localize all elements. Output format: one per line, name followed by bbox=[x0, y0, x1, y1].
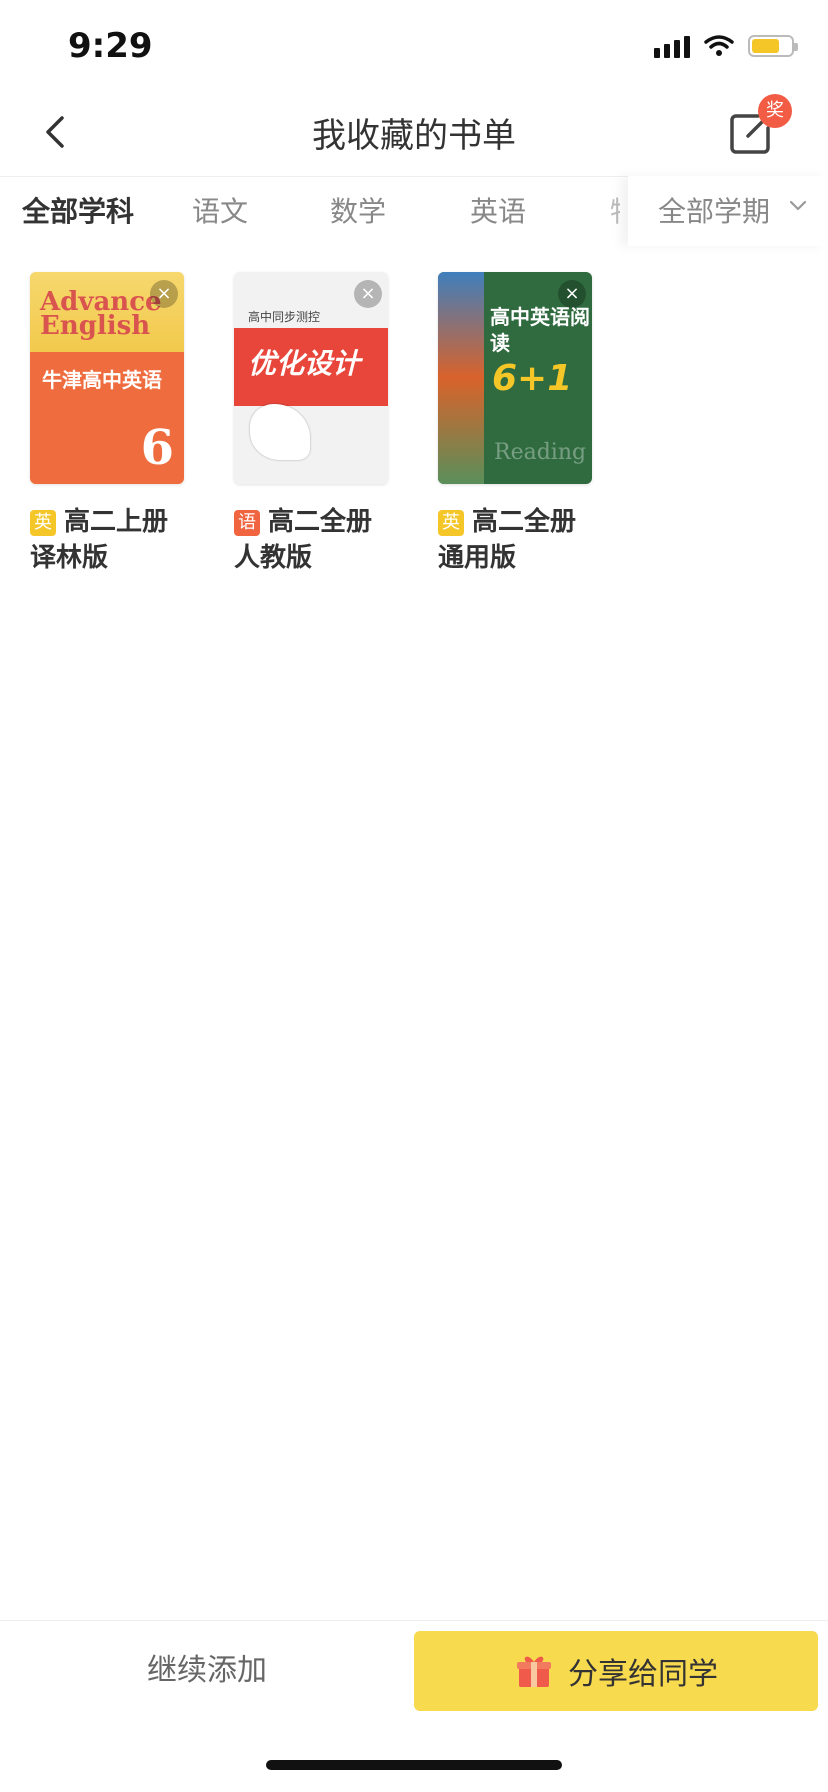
home-indicator bbox=[266, 1760, 562, 1770]
book-edition: 译林版 bbox=[30, 543, 109, 573]
gift-icon bbox=[517, 1656, 551, 1687]
book-title: 语高二全册 人教版 bbox=[234, 504, 388, 576]
tab-chinese[interactable]: 语文 bbox=[192, 190, 248, 230]
book-grade: 高二上册 bbox=[64, 507, 169, 537]
signal-icon bbox=[654, 34, 690, 58]
status-icons bbox=[654, 34, 798, 58]
subject-badge: 语 bbox=[234, 510, 260, 536]
book-cover[interactable]: Advance English 牛津高中英语 6 × bbox=[30, 272, 184, 484]
subject-badge: 英 bbox=[30, 510, 56, 536]
tab-math[interactable]: 数学 bbox=[330, 190, 386, 230]
book-cover[interactable]: 高中英语阅读 6+1 Reading × bbox=[438, 272, 592, 484]
status-time: 9:29 bbox=[68, 26, 153, 66]
cover-number: 6+1 bbox=[492, 358, 573, 399]
award-badge: 奖 bbox=[758, 94, 792, 128]
book-card[interactable]: 高中英语阅读 6+1 Reading × 英高二全册 通用版 bbox=[438, 272, 592, 576]
book-edition: 通用版 bbox=[438, 543, 517, 573]
book-edition: 人教版 bbox=[234, 543, 313, 573]
remove-icon[interactable]: × bbox=[150, 280, 178, 308]
book-title: 英高二上册 译林版 bbox=[30, 504, 184, 576]
book-card[interactable]: 高中同步测控 优化设计 × 语高二全册 人教版 bbox=[234, 272, 388, 576]
cover-subtitle: 牛津高中英语 bbox=[42, 368, 162, 392]
battery-icon bbox=[748, 35, 798, 57]
cover-title: 高中英语阅读 bbox=[490, 305, 590, 355]
term-filter[interactable]: 全部学期 bbox=[628, 176, 828, 246]
share-label: 分享给同学 bbox=[568, 1657, 718, 1692]
status-bar: 9:29 bbox=[0, 0, 828, 90]
nav-bar: 我收藏的书单 奖 bbox=[0, 90, 828, 177]
remove-icon[interactable]: × bbox=[558, 280, 586, 308]
book-grade: 高二全册 bbox=[268, 507, 373, 537]
subject-tabs: 全部学科 语文 数学 英语 物 全部学期 bbox=[0, 176, 828, 246]
share-button[interactable]: 分享给同学 bbox=[414, 1631, 818, 1711]
tab-all-subjects[interactable]: 全部学科 bbox=[22, 190, 134, 230]
bottom-bar: 继续添加 分享给同学 bbox=[0, 1620, 828, 1721]
cover-number: 6 bbox=[140, 420, 174, 476]
chevron-down-icon bbox=[789, 200, 807, 211]
cover-word: Reading bbox=[494, 440, 587, 465]
book-cover[interactable]: 高中同步测控 优化设计 × bbox=[234, 272, 388, 484]
page-title: 我收藏的书单 bbox=[312, 116, 516, 156]
remove-icon[interactable]: × bbox=[354, 280, 382, 308]
battery-level bbox=[752, 39, 779, 53]
cover-title: 优化设计 bbox=[248, 347, 361, 380]
book-card[interactable]: Advance English 牛津高中英语 6 × 英高二上册 译林版 bbox=[30, 272, 184, 576]
subject-badge: 英 bbox=[438, 510, 464, 536]
term-filter-label: 全部学期 bbox=[658, 195, 771, 228]
cover-small-text: 高中同步测控 bbox=[248, 310, 321, 324]
tab-overflow: 物 bbox=[610, 190, 620, 230]
tab-english[interactable]: 英语 bbox=[470, 190, 526, 230]
book-grade: 高二全册 bbox=[472, 507, 577, 537]
book-title: 英高二全册 通用版 bbox=[438, 504, 592, 576]
continue-add-button[interactable]: 继续添加 bbox=[0, 1621, 414, 1721]
wifi-icon bbox=[704, 35, 734, 56]
